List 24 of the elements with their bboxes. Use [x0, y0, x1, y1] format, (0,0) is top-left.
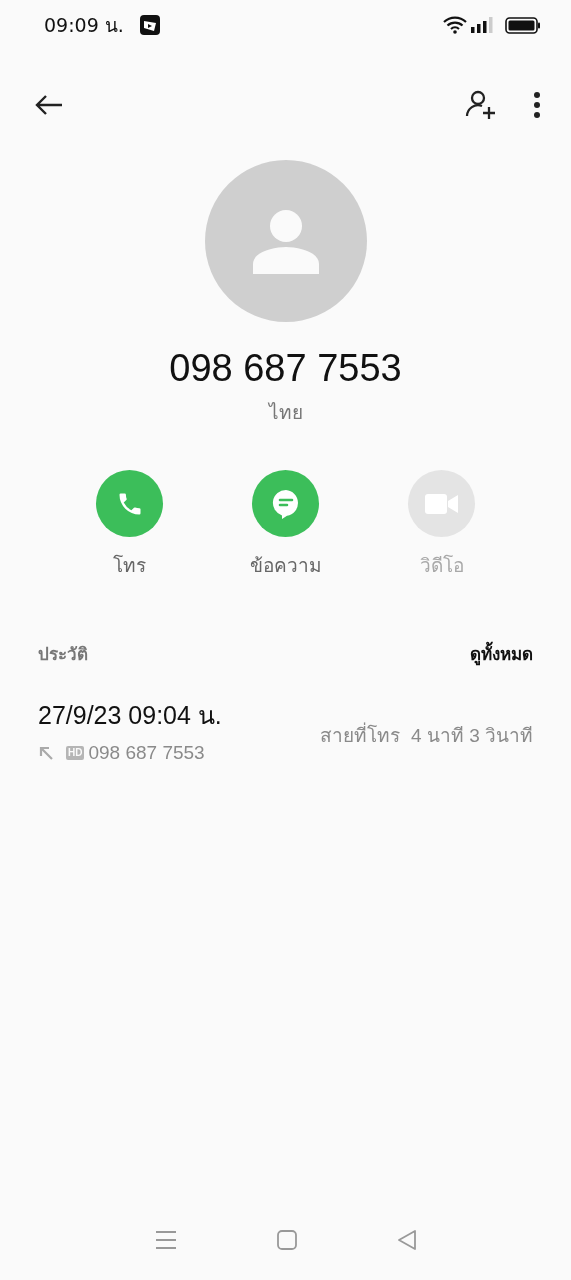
- back-button[interactable]: [34, 94, 64, 116]
- video-camera-icon: [424, 492, 459, 515]
- message-action[interactable]: ข้อความ: [207, 470, 364, 580]
- wifi-icon: [443, 16, 467, 34]
- phone-number: 098 687 7553: [169, 348, 402, 390]
- call-duration: สายที่โทร 4 นาที 3 วินาที: [320, 722, 533, 751]
- back-nav-button[interactable]: [396, 1230, 417, 1250]
- history-title: ประวัติ: [38, 642, 88, 666]
- location-label: ไทย: [268, 399, 303, 425]
- outgoing-arrow-icon: [38, 745, 54, 762]
- clock-time: 09:09 น.: [44, 12, 124, 38]
- more-options-button[interactable]: [533, 91, 541, 119]
- signal-icon: [471, 17, 493, 33]
- call-number: 098 687 7553: [88, 740, 205, 765]
- chat-bubble-icon: [270, 487, 301, 520]
- hd-badge: HD: [66, 746, 85, 761]
- call-datetime: 27/9/23 09:04 น.: [38, 700, 222, 732]
- add-contact-button[interactable]: [465, 90, 497, 120]
- call-action[interactable]: โทร: [51, 470, 208, 580]
- app-notification-icon: [139, 15, 160, 35]
- view-all-link[interactable]: ดูทั้งหมด: [470, 641, 533, 668]
- home-button[interactable]: [276, 1230, 297, 1250]
- menu-button[interactable]: [154, 1230, 177, 1250]
- battery-icon: [505, 16, 541, 34]
